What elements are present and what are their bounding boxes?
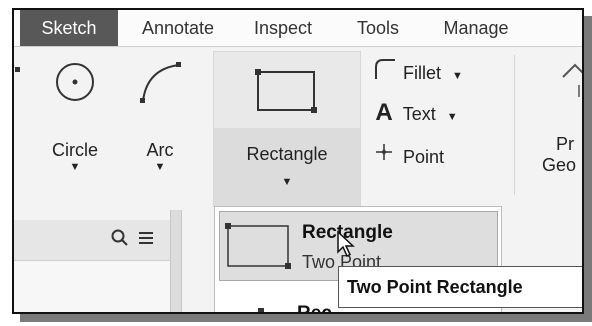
ribbon-separator	[514, 55, 515, 195]
project-geometry-button[interactable]: Pr Geo	[534, 57, 582, 176]
search-icon[interactable]	[110, 228, 130, 253]
rectangle-label: Rectangle	[246, 144, 328, 164]
app-window: Sketch Annotate Inspect Tools Manage Cir…	[12, 8, 584, 314]
arc-dropdown-icon[interactable]: ▼	[130, 161, 190, 173]
circle-icon	[56, 63, 94, 101]
tab-sketch[interactable]: Sketch	[20, 10, 118, 46]
line-icon	[14, 63, 26, 81]
rectangle-button[interactable]: Rectangle ▼	[213, 51, 361, 208]
arc-label: Arc	[146, 140, 174, 160]
model-browser-panel	[14, 220, 170, 312]
fillet-label: Fillet	[403, 63, 442, 83]
project-geometry-icon	[562, 63, 582, 97]
point-button[interactable]: Point	[370, 141, 444, 168]
tab-inspect[interactable]: Inspect	[236, 10, 330, 46]
browser-header	[14, 220, 170, 261]
geometry-label: Geo	[542, 155, 577, 175]
menu-icon[interactable]	[136, 228, 156, 253]
tab-manage[interactable]: Manage	[426, 10, 526, 46]
mouse-pointer-icon	[336, 230, 356, 263]
sketch-ribbon: Circle ▼ Arc ▼ Rectangle ▼ Fillet ▼ A Te…	[14, 47, 582, 208]
text-label: Text	[402, 104, 436, 124]
text-button[interactable]: A Text ▼	[370, 99, 458, 127]
fillet-dropdown-icon[interactable]: ▼	[452, 70, 463, 82]
rectangle-icon	[255, 69, 317, 113]
fillet-icon	[370, 57, 398, 84]
tooltip: Two Point Rectangle	[338, 266, 582, 308]
arc-button[interactable]: Arc ▼	[130, 57, 190, 173]
three-point-rectangle-icon	[258, 308, 264, 312]
tab-tools[interactable]: Tools	[338, 10, 418, 46]
circle-dropdown-icon[interactable]: ▼	[40, 161, 110, 173]
circle-button[interactable]: Circle ▼	[40, 57, 110, 173]
text-dropdown-icon[interactable]: ▼	[447, 111, 458, 123]
panel-splitter[interactable]	[170, 210, 182, 312]
project-label: Pr	[556, 134, 574, 154]
arc-icon	[140, 62, 181, 103]
browser-body	[14, 261, 170, 312]
rectangle-dropdown-icon[interactable]: ▼	[214, 176, 360, 188]
text-icon: A	[375, 99, 393, 126]
two-point-rectangle-icon	[225, 223, 291, 269]
menu-item-second-title: Rec	[297, 303, 332, 314]
tab-annotate[interactable]: Annotate	[126, 10, 230, 46]
rectangle-dropdown-area[interactable]	[214, 128, 360, 208]
ribbon-tab-bar: Sketch Annotate Inspect Tools Manage	[14, 10, 582, 47]
point-label: Point	[403, 147, 445, 167]
point-icon	[370, 141, 398, 168]
circle-label: Circle	[51, 140, 98, 160]
fillet-button[interactable]: Fillet ▼	[370, 57, 463, 84]
